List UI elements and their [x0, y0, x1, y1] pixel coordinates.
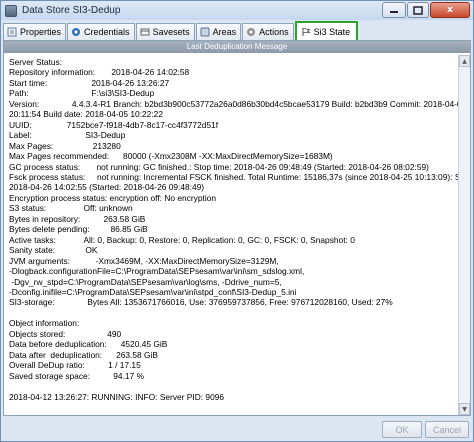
message-line: Server Status: [9, 57, 63, 67]
message-line: Overall DeDup ratio: 1 / 17.15 [9, 360, 141, 371]
message-line: Max Pages: 213280 [9, 140, 121, 151]
message-line [9, 308, 455, 318]
flag-icon [301, 27, 311, 37]
datastore-icon [5, 4, 17, 17]
close-icon: x [447, 5, 453, 15]
scroll-down-button[interactable]: ▼ [459, 403, 470, 415]
maximize-button[interactable] [407, 2, 429, 18]
message-line [9, 402, 455, 412]
panel-header: Last Deduplication Message [4, 41, 470, 53]
message-line: Repository information: 2018-04-26 14:02… [9, 67, 190, 78]
message-line: 2018-04-26 14:02:55 (Started: 2018-04-26… [9, 182, 205, 193]
message-line: S3 status: Off: unknown [9, 203, 133, 214]
message-line: -Dconfig.inifile=C:\ProgramData\SEPsesam… [9, 286, 297, 297]
message-line: Data after deduplication: 263.58 GiB [9, 349, 158, 360]
actions-icon [246, 27, 256, 37]
tab-si3-state[interactable]: Si3 State [294, 21, 359, 40]
tab-label: Areas [212, 27, 237, 37]
arrow-up-icon: ▲ [462, 57, 467, 65]
cancel-button[interactable]: Cancel [425, 421, 469, 438]
minimize-icon [390, 11, 398, 13]
message-line: Label: SI3-Dedup [9, 130, 126, 141]
message-line: Encryption process status: encryption of… [9, 192, 216, 203]
message-line: Object information: [9, 318, 80, 329]
scroll-up-button[interactable]: ▲ [459, 55, 470, 67]
tab-savesets[interactable]: Savesets [135, 23, 195, 40]
message-line: Start time: 2018-04-26 13:26:27 [9, 77, 170, 88]
tab-actions[interactable]: Actions [242, 23, 294, 40]
credentials-icon [71, 27, 81, 37]
savesets-icon [140, 27, 150, 37]
tab-credentials[interactable]: Credentials [67, 23, 135, 40]
message-line: Sanity state: OK [9, 245, 98, 256]
message-line: Bytes in repository: 263.58 GiB [9, 213, 146, 224]
window-controls: x [382, 2, 470, 18]
message-line: 2018-04-12 13:26:27: RUNNING: INFO: Serv… [9, 391, 225, 402]
message-line: -Dgv_rw_stpd=C:\ProgramData\SEPsesam\var… [9, 276, 282, 287]
message-line: Version: 4.4.3.4-R1 Branch: b2bd3b900c53… [9, 98, 458, 109]
window-title: Data Store SI3-Dedup [22, 5, 121, 16]
properties-icon [7, 27, 17, 37]
message-line: Path: F:\si3\SI3-Dedup [9, 88, 155, 99]
ok-button[interactable]: OK [382, 421, 422, 438]
message-line: Bytes delete pending: 86.85 GiB [9, 224, 148, 235]
vertical-scrollbar[interactable]: ▲ ▼ [458, 55, 470, 415]
message-line: JVM arguments: -Xmx3469M, -XX:MaxDirectM… [9, 255, 279, 266]
maximize-icon [413, 5, 423, 15]
tab-label: Credentials [84, 27, 130, 37]
message-textarea[interactable]: Server Status: Repository information: 20… [6, 55, 458, 415]
tab-bar: Properties Credentials Savesets Areas Ac… [3, 21, 471, 40]
si3-state-panel: Last Deduplication Message Server Status… [3, 40, 471, 416]
message-line: Objects stored: 490 [9, 328, 122, 339]
message-line: Saved storage space: 94.17 % [9, 370, 145, 381]
message-line: UUID: 7152bce7-f918-4db7-8c17-cc4f3772d5… [9, 119, 219, 130]
tab-label: Si3 State [313, 26, 351, 37]
tab-areas[interactable]: Areas [195, 23, 242, 40]
tab-properties[interactable]: Properties [3, 23, 67, 40]
message-line [9, 381, 455, 391]
minimize-button[interactable] [382, 2, 406, 18]
message-line: Fsck process status: not running: Increm… [9, 171, 458, 182]
tab-label: Properties [20, 27, 62, 37]
tab-label: Actions [259, 27, 289, 37]
message-line: -Dlogback.configurationFile=C:\ProgramDa… [9, 266, 305, 277]
arrow-down-icon: ▼ [462, 405, 467, 413]
tab-label: Savesets [152, 27, 190, 37]
message-line [9, 412, 455, 415]
areas-icon [200, 27, 210, 37]
message-line: Max Pages recommended: 80000 (-Xmx2308M … [9, 151, 333, 162]
message-line: Active tasks: All: 0, Backup: 0, Restore… [9, 234, 355, 245]
message-line: Data before deduplication: 4520.45 GiB [9, 339, 168, 350]
message-line: SI3-storage: Bytes All: 1353671766016, U… [9, 297, 393, 308]
close-button[interactable]: x [430, 2, 470, 18]
message-line: GC process status: not running: GC finis… [9, 161, 429, 172]
dialog-window: Data Store SI3-Dedup x Properties Creden… [0, 0, 474, 442]
message-line: 20:11:54 Build date: 2018-04-05 10:22:22 [9, 109, 163, 120]
title-bar: Data Store SI3-Dedup x [1, 1, 473, 20]
